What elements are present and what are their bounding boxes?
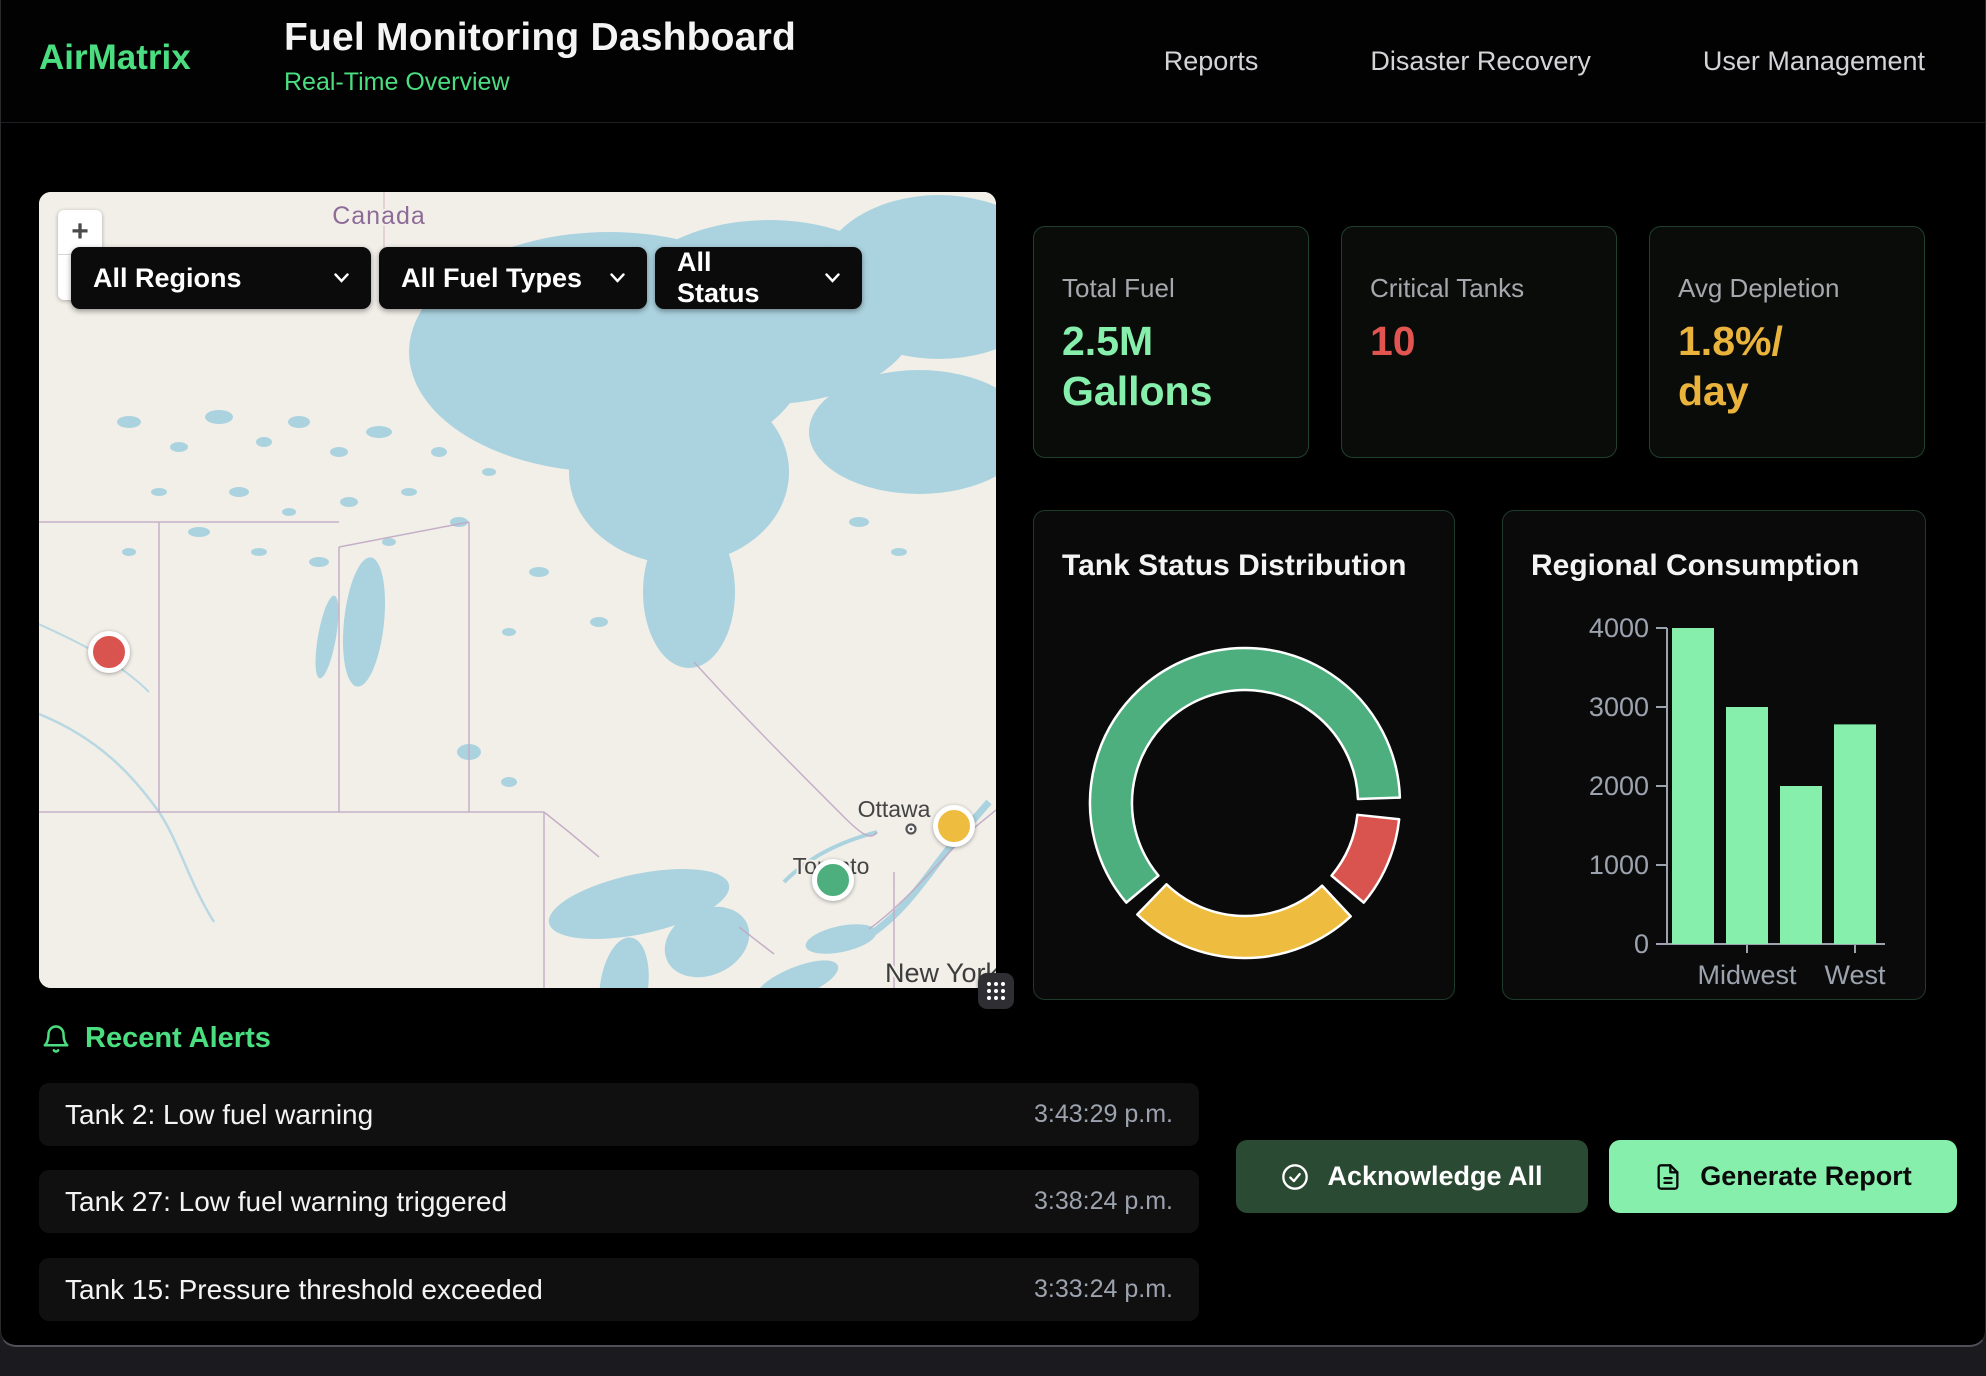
bar-0 [1672,628,1714,944]
bell-icon [41,1024,71,1054]
fuel-type-filter-label: All Fuel Types [401,263,582,294]
svg-text:2000: 2000 [1589,771,1649,801]
svg-text:Midwest: Midwest [1697,960,1797,990]
regional-consumption-card: 0 1000 2000 3000 4000 Midwest West Regional Co… [1502,510,1926,1000]
basemap: Canada Ottawa Toronto New York [39,192,996,988]
stat-card-critical-tanks: Critical Tanks 10 [1341,226,1617,458]
generate-report-label: Generate Report [1700,1161,1912,1192]
alert-time: 3:43:29 p.m. [1034,1100,1173,1129]
bar-1 [1726,707,1768,944]
generate-report-button[interactable]: Generate Report [1609,1140,1957,1213]
tank-map[interactable]: Canada Ottawa Toronto New York + − All R… [39,192,996,988]
tank-marker-critical[interactable] [88,631,130,673]
alert-time: 3:38:24 p.m. [1034,1187,1173,1216]
stat-label: Total Fuel [1062,273,1280,304]
dashboard-root: AirMatrix Fuel Monitoring Dashboard Real… [0,0,1986,1347]
donut-chart-title: Tank Status Distribution [1062,549,1406,583]
alert-row[interactable]: Tank 15: Pressure threshold exceeded 3:3… [39,1258,1199,1321]
brand-logo: AirMatrix [39,38,191,78]
status-filter-label: All Status [677,247,799,309]
region-filter-label: All Regions [93,263,242,294]
stat-value-critical-tanks: 10 [1370,316,1588,366]
alert-message: Tank 27: Low fuel warning triggered [65,1186,507,1218]
bar-3 [1834,724,1876,944]
donut-segment-warning [1137,884,1350,958]
tank-marker-warning[interactable] [933,805,975,847]
nav-reports[interactable]: Reports [1164,46,1259,77]
alert-message: Tank 2: Low fuel warning [65,1099,373,1131]
ottawa-label: Ottawa [858,796,931,822]
map-drag-handle-icon[interactable] [978,973,1014,1009]
main-nav: Reports Disaster Recovery User Managemen… [1164,0,1925,123]
fuel-type-filter-dropdown[interactable]: All Fuel Types [379,247,647,309]
stat-value-avg-depletion: 1.8%/ day [1678,316,1896,416]
header: AirMatrix Fuel Monitoring Dashboard Real… [1,0,1985,123]
alerts-title: Recent Alerts [85,1022,271,1055]
page-title: Fuel Monitoring Dashboard [284,16,796,60]
svg-text:4000: 4000 [1589,613,1649,643]
tank-marker-healthy[interactable] [812,859,854,901]
chevron-down-icon [610,273,625,283]
map-filters: All Regions All Fuel Types All Status [71,247,862,309]
acknowledge-all-button[interactable]: Acknowledge All [1236,1140,1588,1213]
page-subtitle: Real-Time Overview [284,68,796,97]
alerts-header: Recent Alerts [41,1022,271,1055]
stat-label: Avg Depletion [1678,273,1896,304]
chevron-down-icon [825,273,840,283]
status-filter-dropdown[interactable]: All Status [655,247,862,309]
acknowledge-all-label: Acknowledge All [1327,1161,1542,1192]
check-circle-icon [1281,1163,1309,1191]
bar-2 [1780,786,1822,944]
stat-card-avg-depletion: Avg Depletion 1.8%/ day [1649,226,1925,458]
alert-row[interactable]: Tank 2: Low fuel warning 3:43:29 p.m. [39,1083,1199,1146]
donut-segment-critical [1332,815,1400,903]
svg-text:3000: 3000 [1589,692,1649,722]
ottawa-town-dot [910,828,913,831]
region-filter-dropdown[interactable]: All Regions [71,247,371,309]
alert-message: Tank 15: Pressure threshold exceeded [65,1274,543,1306]
donut-chart [1083,641,1407,965]
alert-row[interactable]: Tank 27: Low fuel warning triggered 3:38… [39,1170,1199,1233]
svg-text:1000: 1000 [1589,850,1649,880]
report-file-icon [1654,1163,1682,1191]
stat-label: Critical Tanks [1370,273,1588,304]
stat-card-total-fuel: Total Fuel 2.5M Gallons [1033,226,1309,458]
bar-chart-title: Regional Consumption [1531,549,1859,583]
bar-chart: 0 1000 2000 3000 4000 Midwest West [1503,511,1927,1001]
stat-value-total-fuel: 2.5M Gallons [1062,316,1280,416]
nav-disaster-recovery[interactable]: Disaster Recovery [1370,46,1591,77]
nav-user-management[interactable]: User Management [1703,46,1925,77]
chevron-down-icon [334,273,349,283]
title-block: Fuel Monitoring Dashboard Real-Time Over… [284,16,796,97]
tank-status-distribution-card: Tank Status Distribution [1033,510,1455,1000]
country-label: Canada [332,202,426,230]
svg-text:West: West [1824,960,1886,990]
svg-text:0: 0 [1634,929,1649,959]
alert-time: 3:33:24 p.m. [1034,1275,1173,1304]
